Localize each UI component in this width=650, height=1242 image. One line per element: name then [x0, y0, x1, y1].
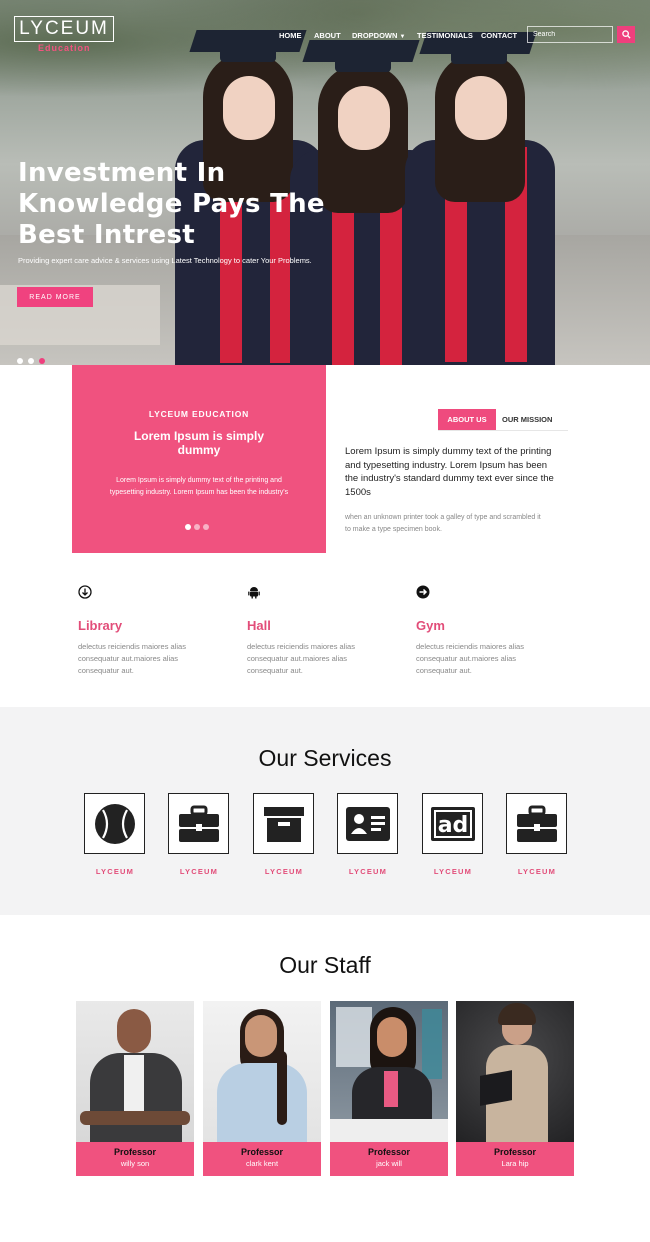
service-label: LYCEUM [348, 867, 388, 876]
service-label: LYCEUM [264, 867, 304, 876]
staff-card[interactable]: Professor Lara hip [456, 1001, 574, 1176]
service-item[interactable]: LYCEUM [506, 793, 568, 876]
service-icon-box[interactable] [253, 793, 314, 854]
staff-card[interactable]: Professor jack will [330, 1001, 448, 1176]
ad-icon: ad [430, 806, 475, 841]
service-label: LYCEUM [433, 867, 473, 876]
hero-slider-dots [17, 358, 45, 364]
android-icon [248, 587, 260, 599]
nav-item-dropdown-label: DROPDOWN [352, 31, 398, 40]
staff-caption: Professor clark kent [203, 1142, 321, 1176]
hero-description: Providing expert care advice & services … [18, 256, 312, 265]
staff-card[interactable]: Professor willy son [76, 1001, 194, 1176]
service-icon-box[interactable] [337, 793, 398, 854]
search-icon [621, 30, 631, 39]
tab-divider [438, 430, 568, 431]
staff-photo [203, 1001, 321, 1142]
tab-our-mission[interactable]: OUR MISSION [502, 415, 552, 424]
service-item[interactable]: ad LYCEUM [422, 793, 484, 876]
slider-dot[interactable] [185, 524, 191, 530]
id-card-icon [345, 806, 390, 841]
services-section: Our Services LYCEUM LYCEUM LYCEUM LYCEUM… [0, 707, 650, 915]
service-item[interactable]: LYCEUM [84, 793, 146, 876]
tab-about-us[interactable]: ABOUT US [438, 409, 496, 430]
staff-name: clark kent [245, 1159, 279, 1168]
slider-dot[interactable] [194, 524, 200, 530]
briefcase-icon [178, 805, 219, 842]
feature-title: Hall [247, 618, 271, 633]
service-item[interactable]: LYCEUM [337, 793, 399, 876]
staff-name: Lara hip [501, 1159, 529, 1168]
feature-title: Library [78, 618, 123, 633]
svg-text:ad: ad [437, 813, 468, 838]
top-navigation: LYCEUM Education HOME ABOUT DROPDOWN ▼ T… [0, 0, 650, 70]
about-eyebrow: LYCEUM EDUCATION [148, 409, 250, 419]
slider-dot[interactable] [17, 358, 23, 364]
site-logo-subtitle: Education [38, 43, 91, 53]
hero-title: Investment In Knowledge Pays The Best In… [18, 158, 325, 250]
nav-item-testimonials[interactable]: TESTIMONIALS [417, 31, 473, 40]
about-highlight-box: LYCEUM EDUCATION Lorem Ipsum is simply d… [72, 365, 326, 553]
staff-name: willy son [120, 1159, 150, 1168]
about-section: LYCEUM EDUCATION Lorem Ipsum is simply d… [0, 365, 650, 555]
service-icon-box[interactable] [84, 793, 145, 854]
nav-item-about[interactable]: ABOUT [314, 31, 341, 40]
nav-item-dropdown[interactable]: DROPDOWN ▼ [352, 31, 405, 40]
staff-section: Our Staff Professor willy son Professor … [0, 915, 650, 1242]
staff-role: Professor [493, 1147, 537, 1157]
feature-library: Library delectus reiciendis maiores alia… [78, 585, 218, 677]
service-label: LYCEUM [95, 867, 135, 876]
staff-photo [76, 1001, 194, 1142]
feature-text: delectus reiciendis maiores alias conseq… [416, 642, 524, 675]
archive-box-icon [263, 806, 304, 842]
features-section: Library delectus reiciendis maiores alia… [0, 555, 650, 707]
slider-dot[interactable] [203, 524, 209, 530]
staff-caption: Professor jack will [330, 1142, 448, 1176]
slider-dot[interactable] [39, 358, 45, 364]
service-icon-box[interactable]: ad [422, 793, 483, 854]
staff-photo [456, 1001, 574, 1142]
staff-name: jack will [376, 1159, 402, 1168]
about-highlight-text: Lorem Ipsum is simply dummy text of the … [109, 477, 289, 496]
staff-card[interactable]: Professor clark kent [203, 1001, 321, 1176]
feature-hall: Hall delectus reiciendis maiores alias c… [247, 585, 387, 677]
feature-title: Gym [416, 618, 445, 633]
about-lead-text: Lorem Ipsum is simply dummy text of the … [345, 446, 554, 498]
service-item[interactable]: LYCEUM [253, 793, 315, 876]
circle-arrow-right-icon [416, 585, 430, 599]
feature-text: delectus reiciendis maiores alias conseq… [78, 642, 186, 675]
feature-gym: Gym delectus reiciendis maiores alias co… [416, 585, 556, 677]
site-logo[interactable]: LYCEUM [14, 16, 114, 42]
service-icon-box[interactable] [506, 793, 567, 854]
read-more-button[interactable]: READ MORE [17, 287, 93, 307]
staff-photo [330, 1001, 448, 1142]
staff-role: Professor [240, 1147, 284, 1157]
caret-down-icon: ▼ [399, 34, 406, 40]
staff-role: Professor [113, 1147, 157, 1157]
nav-item-home[interactable]: HOME [279, 31, 302, 40]
staff-caption: Professor willy son [76, 1142, 194, 1176]
service-label: LYCEUM [517, 867, 557, 876]
baseball-icon [94, 803, 135, 844]
services-title: Our Services [258, 745, 392, 771]
feature-text: delectus reiciendis maiores alias conseq… [247, 642, 355, 675]
hero-banner: LYCEUM Education HOME ABOUT DROPDOWN ▼ T… [0, 0, 650, 365]
about-slider-dots [185, 524, 209, 530]
service-item[interactable]: LYCEUM [168, 793, 230, 876]
service-icon-box[interactable] [168, 793, 229, 854]
about-sub-text: when an unknown printer took a galley of… [345, 514, 541, 533]
slider-dot[interactable] [28, 358, 34, 364]
service-label: LYCEUM [179, 867, 219, 876]
staff-caption: Professor Lara hip [456, 1142, 574, 1176]
search-input[interactable] [527, 26, 613, 43]
briefcase-icon [516, 805, 557, 842]
about-highlight-title: Lorem Ipsum is simply dummy [133, 429, 265, 457]
circle-arrow-down-icon [78, 585, 92, 599]
staff-title: Our Staff [279, 952, 371, 978]
search-button[interactable] [617, 26, 635, 43]
nav-item-contact[interactable]: CONTACT [481, 31, 517, 40]
staff-role: Professor [367, 1147, 411, 1157]
